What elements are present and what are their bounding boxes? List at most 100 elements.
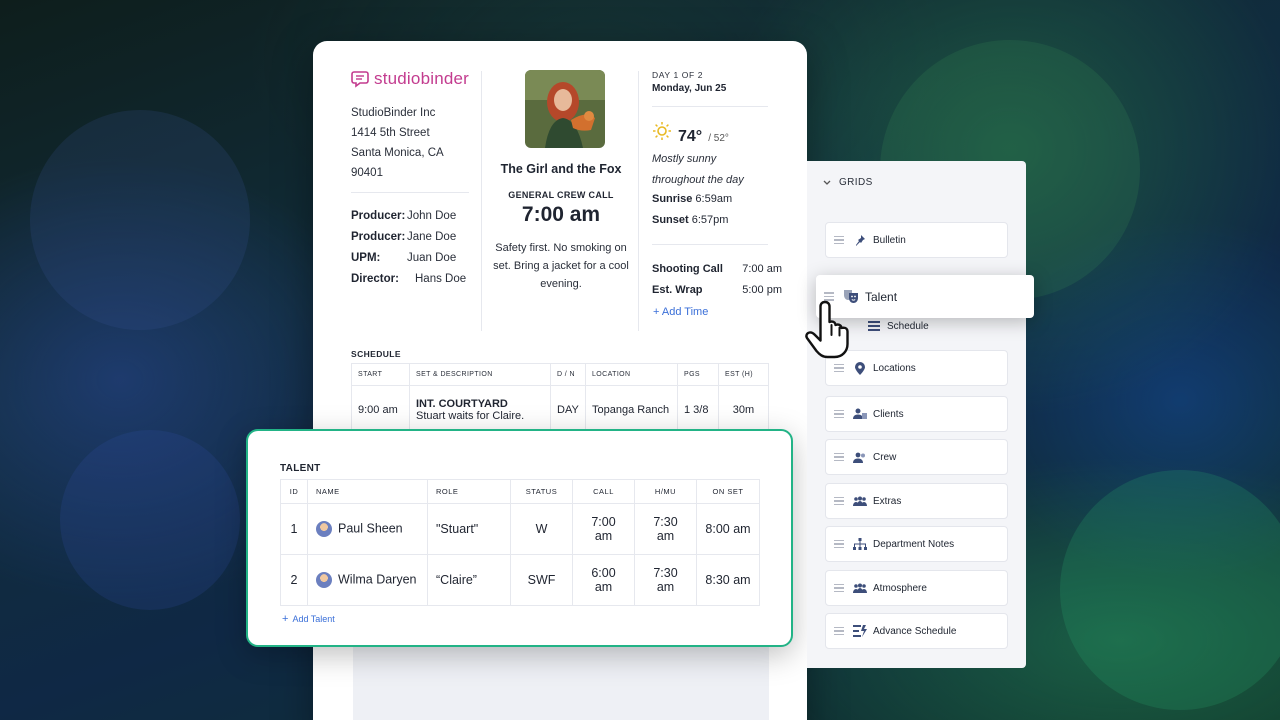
table-row[interactable]: 2 Wilma Daryen “Claire” SWF 6:00 am 7:30…	[280, 554, 760, 606]
drag-handle-icon[interactable]	[834, 583, 844, 593]
role-label: Director:	[351, 273, 399, 285]
company-city: Santa Monica, CA	[351, 147, 444, 159]
weather-description: Mostly sunny throughout the day	[652, 149, 744, 191]
drag-handle-icon[interactable]	[834, 452, 844, 462]
grid-item-clients[interactable]: Clients	[825, 396, 1008, 432]
grid-item-advance-schedule[interactable]: Advance Schedule	[825, 613, 1008, 649]
studiobinder-logo: studiobinder	[351, 69, 469, 89]
role-value: Hans Doe	[415, 273, 467, 285]
hand-pointer-cursor-icon	[805, 300, 849, 359]
talent-name: Wilma Daryen	[338, 572, 417, 587]
talent-hmu: 7:30 am	[634, 503, 697, 555]
avatar	[316, 572, 332, 588]
company-name: StudioBinder Inc	[351, 107, 436, 119]
avatar	[316, 521, 332, 537]
schedule-label: SCHEDULE	[351, 349, 401, 359]
crew-icon	[853, 450, 867, 464]
shoot-times: Shooting Call 7:00 am Est. Wrap 5:00 pm	[652, 259, 782, 301]
sunset: Sunset 6:57pm	[652, 210, 732, 231]
table-row[interactable]: 1 Paul Sheen "Stuart" W 7:00 am 7:30 am …	[280, 503, 760, 555]
drag-handle-icon[interactable]	[834, 363, 844, 373]
grid-item-label: Crew	[873, 451, 897, 463]
schedule-set: INT. COURTYARD Stuart waits for Claire.	[409, 385, 551, 434]
pin-icon	[853, 233, 867, 247]
divider	[481, 71, 482, 331]
column-header: STATUS	[510, 479, 573, 504]
grid-item-label: Schedule	[887, 320, 929, 332]
drag-handle-icon[interactable]	[834, 626, 844, 636]
general-crew-call-time: 7:00 am	[521, 203, 601, 226]
grid-item-extras[interactable]: Extras	[825, 483, 1008, 519]
schedule-header-row: START SET & DESCRIPTION D / N LOCATION P…	[351, 363, 769, 386]
column-header: ID	[280, 479, 308, 504]
role-label: Producer:	[351, 231, 406, 243]
talent-id: 1	[280, 503, 308, 555]
atmosphere-icon	[853, 581, 867, 595]
sunset-time: 6:57pm	[691, 214, 729, 226]
table-row[interactable]: 9:00 am INT. COURTYARD Stuart waits for …	[351, 385, 769, 434]
role-row: Producer: Jane Doe	[351, 227, 466, 248]
talent-role: “Claire”	[427, 554, 511, 606]
plus-icon: +	[282, 613, 289, 625]
column-header: CALL	[572, 479, 635, 504]
production-info: The Girl and the Fox GENERAL CREW CALL 7…	[491, 162, 631, 293]
column-header: SET & DESCRIPTION	[409, 363, 551, 386]
talent-name-cell: Paul Sheen	[307, 503, 428, 555]
add-talent-button[interactable]: + Add Talent	[282, 613, 335, 625]
bokeh-light	[30, 110, 250, 330]
talent-name-cell: Wilma Daryen	[307, 554, 428, 606]
drag-handle-icon[interactable]	[834, 496, 844, 506]
list-icon	[867, 319, 881, 333]
grid-item-label: Locations	[873, 362, 916, 374]
temperature-low: / 52°	[708, 133, 729, 144]
sun-times: Sunrise 6:59am Sunset 6:57pm	[652, 189, 732, 231]
sun-icon	[653, 122, 671, 140]
shooting-call-time: 7:00 am	[742, 263, 782, 275]
production-poster-image	[525, 70, 605, 148]
role-value: John Doe	[407, 210, 457, 222]
company-street: 1414 5th Street	[351, 127, 430, 139]
sunrise: Sunrise 6:59am	[652, 189, 732, 210]
grids-panel: GRIDS Bulletin Schedule Locations Client…	[807, 161, 1026, 668]
bokeh-light	[60, 430, 240, 610]
add-talent-label: Add Talent	[292, 614, 335, 624]
grids-header[interactable]: GRIDS	[823, 177, 873, 188]
grid-item-crew[interactable]: Crew	[825, 439, 1008, 475]
chat-bubble-logo-icon	[351, 71, 369, 88]
weather: 74° / 52°	[652, 121, 729, 146]
talent-header-row: ID NAME ROLE STATUS CALL H/MU ON SET	[280, 479, 760, 504]
placeholder-block	[353, 646, 769, 720]
company-zip: 90401	[351, 167, 383, 179]
grid-item-bulletin[interactable]: Bulletin	[825, 222, 1008, 258]
schedule-location: Topanga Ranch	[585, 385, 678, 434]
talent-card[interactable]: TALENT ID NAME ROLE STATUS CALL H/MU ON …	[246, 429, 793, 647]
add-time-button[interactable]: + Add Time	[653, 306, 708, 318]
shoot-date: Monday, Jun 25	[652, 83, 727, 94]
talent-name: Paul Sheen	[338, 521, 403, 536]
weather-description-line: throughout the day	[652, 174, 744, 186]
sunrise-label: Sunrise	[652, 193, 693, 205]
talent-id: 2	[280, 554, 308, 606]
drag-handle-icon[interactable]	[834, 539, 844, 549]
schedule-pages: 1 3/8	[677, 385, 719, 434]
grid-item-atmosphere[interactable]: Atmosphere	[825, 570, 1008, 606]
schedule-table: START SET & DESCRIPTION D / N LOCATION P…	[351, 363, 769, 434]
divider	[351, 192, 469, 193]
sunrise-time: 6:59am	[695, 193, 733, 205]
talent-on-set: 8:00 am	[696, 503, 760, 555]
drag-handle-icon[interactable]	[834, 235, 844, 245]
production-note: Safety first. No smoking on set. Bring a…	[493, 242, 629, 290]
role-label: Producer:	[351, 210, 406, 222]
grid-item-label: Bulletin	[873, 234, 906, 246]
day-of-label: DAY 1 OF 2	[652, 70, 704, 80]
column-header: ON SET	[696, 479, 760, 504]
talent-label: TALENT	[280, 463, 321, 474]
drag-handle-icon[interactable]	[834, 409, 844, 419]
sunset-label: Sunset	[652, 214, 689, 226]
divider	[638, 71, 639, 331]
shooting-call-label: Shooting Call	[652, 263, 723, 275]
talent-call: 7:00 am	[572, 503, 635, 555]
grid-item-department-notes[interactable]: Department Notes	[825, 526, 1008, 562]
chevron-down-icon	[823, 180, 831, 185]
talent-hmu: 7:30 am	[634, 554, 697, 606]
